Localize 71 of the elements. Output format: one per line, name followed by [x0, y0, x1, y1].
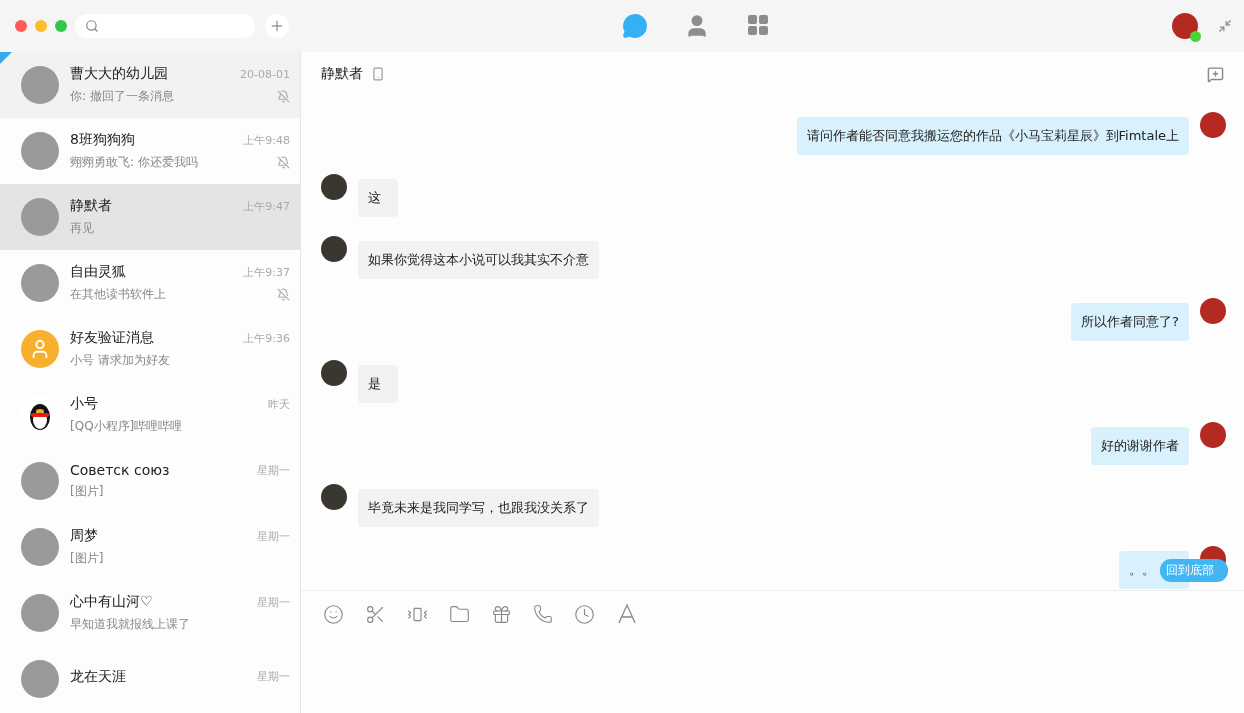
conversation-name: Советск союз [70, 462, 170, 478]
phone-icon [371, 67, 385, 81]
photo-placeholder [21, 660, 59, 698]
avatar-placeholder [321, 484, 347, 510]
photo-placeholder [21, 528, 59, 566]
font-button[interactable] [616, 603, 638, 625]
avatar-placeholder [321, 174, 347, 200]
message-bubble: 请问作者能否同意我搬运您的作品《小马宝莉星辰》到Fimtale上 [796, 117, 1189, 155]
search-icon [85, 19, 99, 33]
conversation-name: 周梦 [70, 527, 98, 545]
photo-placeholder [21, 462, 59, 500]
conversation-time: 20-08-01 [240, 67, 290, 81]
profile-avatar[interactable] [1172, 13, 1198, 39]
conversation-time: 上午9:36 [243, 330, 290, 346]
avatar-placeholder [1200, 112, 1226, 138]
conversation-name: 好友验证消息 [70, 329, 154, 347]
message-bubble: 如果你觉得这本小说可以我其实不介意 [358, 241, 599, 279]
shrink-button[interactable] [1218, 19, 1232, 33]
conversation-preview: 再见 [70, 220, 94, 237]
message-bubble: 好的谢谢作者 [1091, 427, 1189, 465]
emoji-button[interactable] [323, 603, 344, 625]
conversation-name: 自由灵狐 [70, 263, 126, 281]
conversation-preview: 翙翙勇敢飞: 你还爱我吗 [70, 154, 198, 171]
photo-placeholder [21, 66, 59, 104]
conversation-name: 心中有山河♡ [70, 593, 153, 611]
avatar-placeholder [321, 236, 347, 262]
conversation-preview: [图片] [70, 550, 104, 567]
plus-icon [269, 18, 285, 34]
friend-request-avatar [21, 330, 59, 368]
zoom-button[interactable] [55, 20, 67, 32]
conversation-preview: 你: 撤回了一条消息 [70, 88, 174, 105]
conversation-preview: 在其他读书软件上 [70, 286, 166, 303]
conversation-time: 上午9:48 [243, 132, 290, 148]
grid-icon [745, 13, 770, 37]
message-bubble: 所以作者同意了? [1071, 303, 1189, 341]
conversation-preview: [图片] [70, 483, 104, 500]
photo-placeholder [21, 132, 59, 170]
conversation-name: 8班狗狗狗 [70, 131, 135, 149]
avatar-placeholder [1200, 298, 1226, 324]
conversation-name: 曹大大的幼儿园 [70, 65, 168, 83]
call-button[interactable] [533, 604, 553, 624]
conversation-preview: 小号 请求加为好友 [70, 352, 170, 369]
photo-placeholder [21, 264, 59, 302]
message-bubble: 毕竟未来是我同学写，也跟我没关系了 [358, 489, 599, 527]
close-button[interactable] [15, 20, 27, 32]
nav-tab[interactable] [621, 13, 648, 39]
conversation-item[interactable]: 曹大大的幼儿园 20-08-01 你: 撤回了一条消息 [0, 52, 300, 118]
avatar-placeholder [321, 360, 347, 386]
conversation-preview: [QQ小程序]哔哩哔哩 [70, 418, 183, 435]
history-button[interactable] [574, 603, 595, 625]
pinned-corner-icon [0, 52, 12, 64]
message-bubble: 是 [358, 365, 398, 403]
photo-placeholder [21, 198, 59, 236]
conversation-name: 龙在天涯 [70, 667, 126, 686]
screenshot-button[interactable] [365, 603, 386, 625]
search-field[interactable] [75, 14, 255, 38]
conversation-time: 昨天 [268, 396, 290, 412]
file-button[interactable] [449, 603, 470, 625]
conversation-preview: 早知道我就报线上课了 [70, 616, 190, 633]
online-status-dot [1190, 31, 1201, 42]
gift-button[interactable] [491, 603, 512, 625]
conversation-name: 小号 [70, 395, 98, 413]
conversation-time: 上午9:37 [243, 264, 290, 280]
add-button[interactable] [265, 14, 289, 38]
chat-bubble-icon [621, 13, 648, 39]
message-bubble: 这 [358, 179, 398, 217]
conversation-name: 静默者 [70, 197, 112, 215]
avatar-placeholder [1200, 422, 1226, 448]
chat-settings-button[interactable] [1207, 65, 1224, 83]
photo-placeholder [21, 594, 59, 632]
chat-title: 静默者 [321, 65, 363, 83]
